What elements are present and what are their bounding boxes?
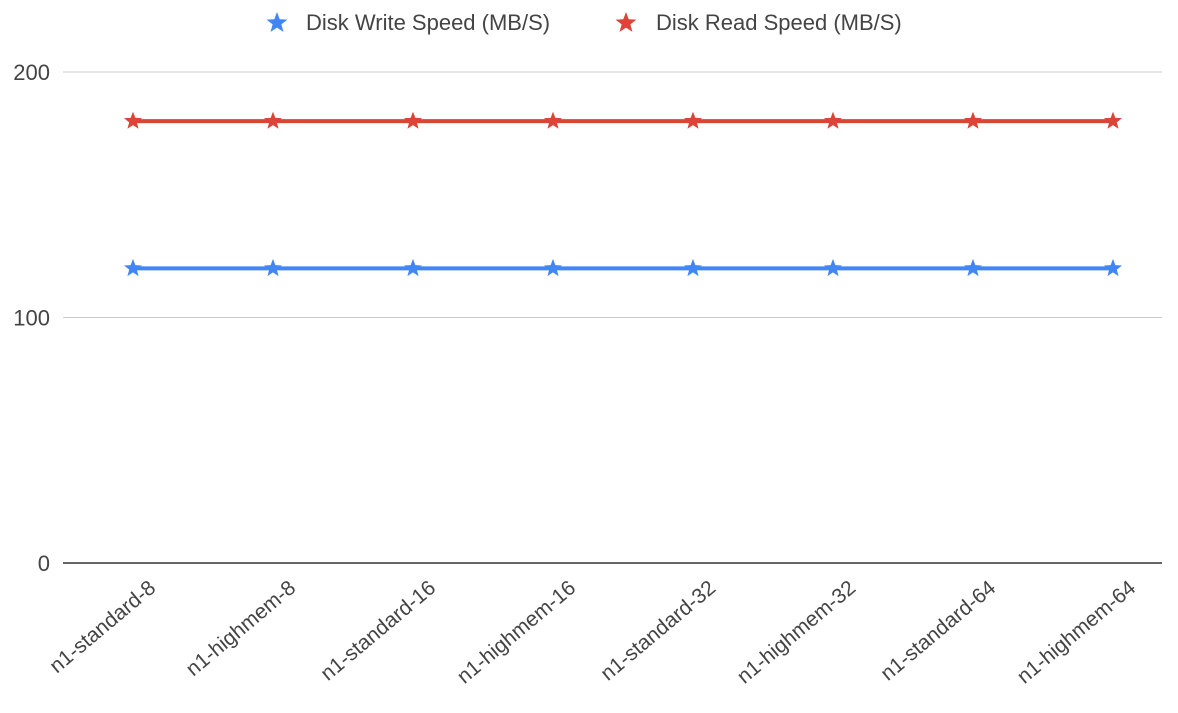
legend-item[interactable]: Disk Write Speed (MB/S) (266, 10, 551, 35)
series-0 (123, 258, 1123, 277)
legend-label: Disk Read Speed (MB/S) (656, 10, 902, 35)
y-tick-label: 200 (13, 60, 50, 85)
data-point-star (123, 111, 143, 129)
x-tick-label: n1-standard-16 (316, 576, 440, 685)
data-point-star (1103, 258, 1123, 277)
legend-label: Disk Write Speed (MB/S) (306, 10, 550, 35)
y-axis: 0 100 200 (13, 60, 50, 576)
data-point-star (1103, 111, 1123, 129)
chart-container: Disk Write Speed (MB/S) Disk Read Speed (… (0, 0, 1178, 713)
series-1 (123, 111, 1123, 129)
x-tick-label: n1-highmem-64 (1013, 576, 1141, 688)
data-point-star (403, 258, 423, 277)
data-point-star (263, 258, 283, 277)
x-tick-label: n1-standard-8 (45, 576, 160, 678)
data-point-star (683, 258, 703, 277)
legend-star-icon (266, 12, 288, 32)
x-tick-label: n1-highmem-8 (182, 576, 301, 681)
series-layer (123, 111, 1123, 277)
legend-item[interactable]: Disk Read Speed (MB/S) (615, 10, 902, 35)
data-point-star (963, 111, 983, 129)
data-point-star (543, 111, 563, 129)
legend-star-icon (615, 12, 637, 32)
data-point-star (403, 111, 423, 129)
data-point-star (823, 111, 843, 129)
data-point-star (123, 258, 143, 277)
data-point-star (823, 258, 843, 277)
y-tick-label: 100 (13, 306, 50, 331)
grid (63, 71, 1162, 318)
data-point-star (543, 258, 563, 277)
data-point-star (263, 111, 283, 129)
data-point-star (683, 111, 703, 129)
x-tick-label: n1-standard-32 (596, 576, 720, 685)
x-tick-label: n1-highmem-32 (733, 576, 860, 688)
legend: Disk Write Speed (MB/S) Disk Read Speed (… (266, 10, 902, 35)
x-tick-label: n1-standard-64 (876, 576, 1000, 685)
y-tick-label: 0 (38, 551, 50, 576)
x-axis: n1-standard-8 n1-highmem-8 n1-standard-16 n… (45, 562, 1162, 688)
data-point-star (963, 258, 983, 277)
x-tick-label: n1-highmem-16 (453, 576, 580, 688)
line-chart: Disk Write Speed (MB/S) Disk Read Speed (… (13, 10, 1162, 688)
